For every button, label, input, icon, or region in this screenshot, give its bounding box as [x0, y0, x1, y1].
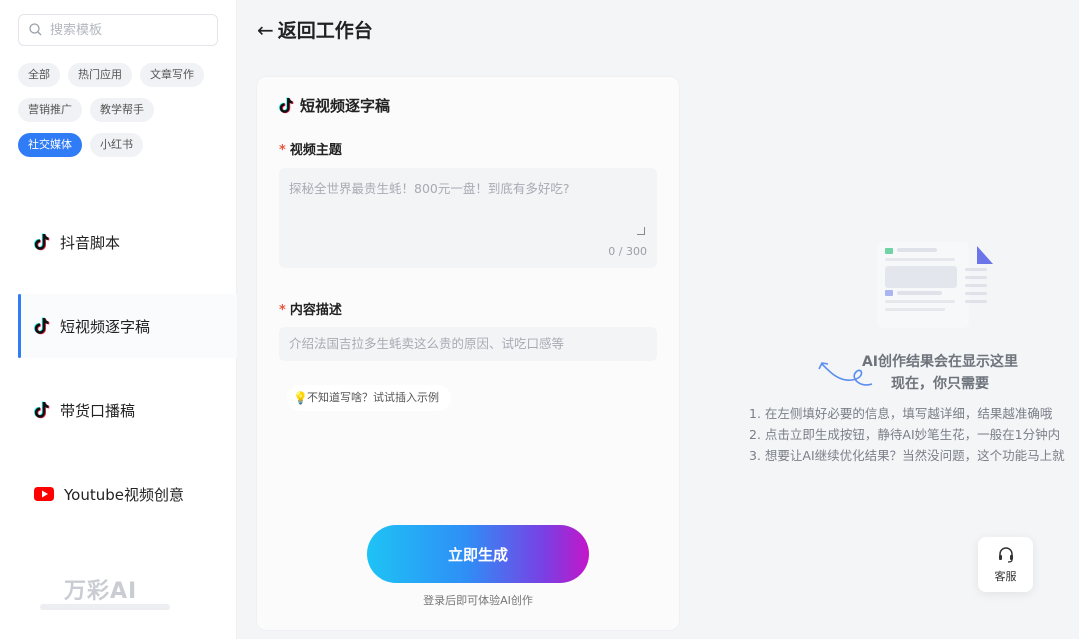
insert-example-link[interactable]: 💡 不知道写啥？试试插入示例: [287, 385, 451, 411]
back-to-workspace-button[interactable]: ← 返回工作台: [257, 16, 373, 43]
tiktok-icon: [34, 233, 50, 251]
arrow-left-icon: ←: [257, 17, 274, 42]
content-description-input[interactable]: 介绍法国吉拉多生蚝卖这么贵的原因、试吃口感等: [279, 327, 657, 361]
tiktok-icon: [279, 97, 294, 114]
template-sidebar: 全部 热门应用 文章写作 营销推广 教学帮手 社交媒体 小红书 抖音脚本 短视频…: [0, 0, 237, 639]
template-list: 抖音脚本 短视频逐字稿 带货口播稿 Youtube视频创意: [18, 210, 237, 546]
template-item-live-selling-script[interactable]: 带货口播稿: [18, 378, 237, 442]
lightbulb-icon: 💡: [293, 391, 308, 405]
customer-service-button[interactable]: 客服: [978, 537, 1033, 592]
usage-step: 2. 点击立即生成按钮，静待AI妙笔生花，一般在1分钟内: [749, 427, 1061, 442]
category-chip-social-media[interactable]: 社交媒体: [18, 133, 82, 157]
brand-tagline-placeholder: [40, 604, 170, 610]
character-counter: 0 / 300: [608, 245, 647, 258]
template-item-douyin-script[interactable]: 抖音脚本: [18, 210, 237, 274]
usage-step: 1. 在左侧填好必要的信息，填写越详细，结果越准确哦: [749, 406, 1053, 421]
template-search-box[interactable]: [18, 14, 218, 46]
video-topic-placeholder: 探秘全世界最贵生蚝！800元一盘！到底有多好吃?: [289, 181, 570, 196]
template-search-input[interactable]: [50, 22, 200, 38]
tiktok-icon: [34, 317, 50, 335]
category-chip-hot-apps[interactable]: 热门应用: [68, 63, 132, 87]
brand-logo: 万彩AI: [64, 579, 138, 604]
empty-result-illustration-icon: [875, 238, 995, 333]
required-mark: *: [279, 303, 286, 318]
content-description-placeholder: 介绍法国吉拉多生蚝卖这么贵的原因、试吃口感等: [289, 336, 565, 351]
insert-example-text: 不知道写啥？试试插入示例: [307, 391, 439, 404]
result-title-line2: 现在，你只需要: [891, 376, 989, 392]
template-item-label: 短视频逐字稿: [60, 317, 151, 336]
video-topic-label: * 视频主题: [279, 139, 342, 158]
customer-service-label: 客服: [994, 569, 1017, 583]
category-chip-teaching[interactable]: 教学帮手: [90, 98, 154, 122]
category-chip-all[interactable]: 全部: [18, 63, 60, 87]
search-icon: [29, 21, 42, 40]
content-description-label-text: 内容描述: [289, 303, 342, 318]
content-description-label: * 内容描述: [279, 299, 342, 318]
category-chip-xiaohongshu[interactable]: 小红书: [90, 133, 143, 157]
youtube-icon: [34, 487, 54, 501]
result-placeholder-title: AI创作结果会在显示这里 现在，你只需要: [830, 351, 1050, 395]
resize-handle-icon[interactable]: [637, 227, 645, 235]
login-tip: 登录后即可体验AI创作: [423, 594, 533, 607]
usage-steps: 1. 在左侧填好必要的信息，填写越详细，结果越准确哦 2. 点击立即生成按钮，静…: [749, 403, 1079, 466]
usage-step: 3. 想要让AI继续优化结果？当然没问题，这个功能马上就: [749, 448, 1065, 463]
video-topic-textarea[interactable]: 探秘全世界最贵生蚝！800元一盘！到底有多好吃? 0 / 300: [279, 168, 657, 268]
category-chip-marketing[interactable]: 营销推广: [18, 98, 82, 122]
generate-button[interactable]: 立即生成: [367, 525, 589, 583]
back-label: 返回工作台: [277, 20, 373, 42]
template-item-youtube-ideas[interactable]: Youtube视频创意: [18, 462, 237, 526]
form-title: 短视频逐字稿: [279, 95, 390, 116]
template-item-label: 带货口播稿: [60, 401, 136, 420]
template-item-label: Youtube视频创意: [64, 485, 184, 504]
template-item-short-video-script[interactable]: 短视频逐字稿: [18, 294, 237, 358]
headset-icon: [997, 546, 1015, 564]
tiktok-icon: [34, 401, 50, 419]
category-chip-article-writing[interactable]: 文章写作: [140, 63, 204, 87]
video-topic-label-text: 视频主题: [289, 143, 342, 158]
category-chips: 全部 热门应用 文章写作 营销推广 教学帮手 社交媒体 小红书: [18, 63, 218, 157]
result-title-line1: AI创作结果会在显示这里: [861, 354, 1019, 370]
required-mark: *: [279, 143, 286, 158]
template-item-label: 抖音脚本: [60, 233, 121, 252]
form-panel: 短视频逐字稿 * 视频主题 探秘全世界最贵生蚝！800元一盘！到底有多好吃? 0 …: [256, 76, 680, 631]
form-title-text: 短视频逐字稿: [300, 97, 391, 115]
